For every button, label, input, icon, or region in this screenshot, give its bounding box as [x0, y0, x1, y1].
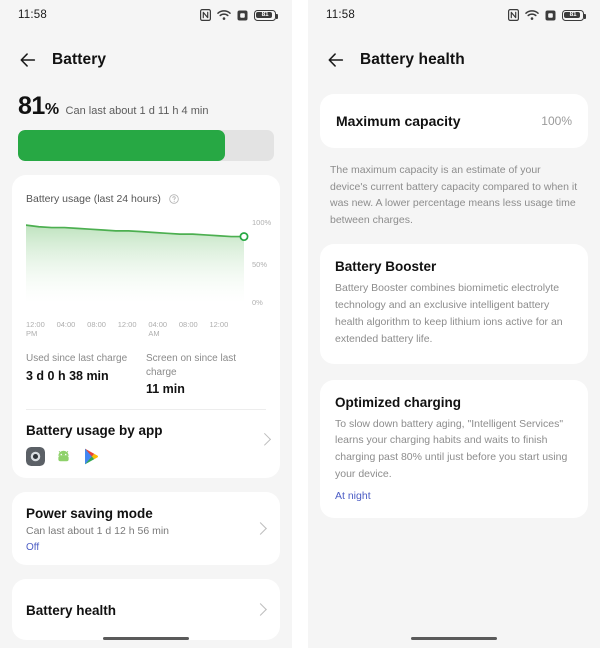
battery-usage-by-app-label: Battery usage by app — [26, 423, 163, 438]
chart-xtick-label: 12:00 — [209, 320, 229, 329]
chart-area-fill — [26, 225, 244, 303]
vpn-icon — [237, 10, 248, 20]
battery-percent: 81 — [18, 92, 45, 120]
chart-xtick-label: 08:00 — [178, 320, 198, 329]
battery-booster-card: Battery Booster Battery Booster combines… — [320, 244, 588, 364]
home-indicator — [411, 636, 497, 640]
nfc-icon — [508, 9, 519, 21]
battery-usage-by-app-row[interactable]: Battery usage by app — [26, 410, 272, 466]
home-indicator — [103, 636, 189, 640]
battery-usage-title: Battery usage (last 24 hours) — [26, 193, 161, 205]
chart-xtick-label: 04:00 — [56, 320, 76, 329]
app-bar: Battery health — [308, 30, 600, 78]
stat-label: Screen on since last charge — [146, 353, 237, 378]
chart-xtick: 08:00 — [179, 320, 210, 338]
chart-end-marker — [239, 232, 249, 242]
battery-usage-chart-svg: 100% 50% 0% — [26, 218, 272, 307]
chart-xtick: 04:00 — [57, 320, 88, 338]
chart-xtick-label: 08:00 — [87, 320, 106, 329]
app-icon-list — [26, 447, 266, 466]
battery-usage-chart: 100% 50% 0% — [26, 217, 272, 317]
battery-remaining-text: Can last about 1 d 11 h 4 min — [65, 105, 209, 117]
optimized-charging-schedule-link[interactable]: At night — [335, 490, 573, 502]
battery-icon: 81 — [254, 9, 278, 21]
battery-stats-row: Used since last charge 3 d 0 h 38 min Sc… — [26, 352, 266, 396]
battery-screen: 11:58 81 Battery 81 % Can last about 1 d… — [0, 0, 292, 648]
battery-health-screen: 11:58 81 Battery health Maximum capacity… — [308, 0, 600, 648]
battery-icon-level: 81 — [569, 10, 577, 18]
stat-label: Used since last charge — [26, 353, 128, 364]
vpn-icon — [545, 10, 556, 20]
chart-xtick: 12:00 PM — [26, 320, 57, 338]
chart-x-axis: 12:00 PM 04:00 08:00 12:00 04:00 AM 08:0… — [26, 320, 266, 338]
battery-health-title: Battery health — [26, 603, 117, 618]
battery-usage-title-row: Battery usage (last 24 hours) — [26, 189, 266, 207]
status-clock: 11:58 — [18, 9, 47, 21]
chart-xtick-label: 04:00 AM — [148, 320, 168, 338]
status-clock: 11:58 — [326, 9, 355, 21]
chart-xtick: 12:00 — [209, 320, 240, 338]
battery-booster-body: Battery Booster combines biomimetic elec… — [335, 282, 563, 345]
optimized-charging-card[interactable]: Optimized charging To slow down battery … — [320, 379, 588, 518]
status-icon-group: 81 — [200, 9, 278, 21]
chart-xtick-label: 12:00 — [117, 320, 137, 329]
battery-level-bar-fill — [18, 130, 226, 161]
power-saving-mode-card[interactable]: Power saving mode Can last about 1 d 12 … — [12, 492, 280, 565]
screens-container: 11:58 81 Battery 81 % Can last about 1 d… — [0, 0, 600, 648]
optimized-charging-title: Optimized charging — [335, 394, 462, 410]
chart-xtick-label: 12:00 PM — [26, 320, 45, 338]
page-title: Battery health — [360, 51, 465, 68]
stat-used-since-charge: Used since last charge 3 d 0 h 38 min — [26, 352, 146, 396]
nfc-icon — [200, 9, 211, 21]
play-store-app-icon — [85, 448, 98, 465]
power-saving-mode-subtitle: Can last about 1 d 12 h 56 min — [26, 525, 170, 537]
chart-xtick: 08:00 — [87, 320, 118, 338]
battery-health-card[interactable]: Battery health — [12, 579, 280, 640]
battery-booster-title: Battery Booster — [335, 259, 437, 275]
stat-value: 3 d 0 h 38 min — [26, 368, 109, 383]
battery-icon: 81 — [562, 9, 586, 21]
battery-usage-card: Battery usage (last 24 hours) 100% 50% 0… — [12, 175, 280, 478]
help-circle-icon[interactable] — [169, 194, 180, 204]
battery-icon-level: 81 — [261, 10, 269, 18]
app-bar: Battery — [0, 30, 292, 78]
battery-headline: 81% Can last about 1 d 11 h 4 min — [0, 78, 292, 119]
power-saving-mode-state: Off — [26, 542, 40, 553]
page-title: Battery — [52, 51, 107, 68]
battery-level-bar — [18, 130, 274, 161]
camera-app-icon — [26, 447, 45, 466]
back-arrow-icon[interactable] — [18, 50, 38, 70]
chart-ytick-0: 0% — [252, 298, 263, 307]
power-saving-mode-title: Power saving mode — [26, 506, 153, 521]
stat-screen-on-since-charge: Screen on since last charge 11 min — [146, 352, 266, 396]
status-icon-group: 81 — [508, 9, 586, 21]
wifi-icon — [525, 10, 539, 20]
status-bar: 11:58 81 — [308, 0, 600, 30]
status-bar: 11:58 81 — [0, 0, 292, 30]
wifi-icon — [217, 10, 231, 20]
chart-xtick: 12:00 — [118, 320, 149, 338]
android-app-icon — [54, 447, 73, 466]
chart-ytick-50: 50% — [252, 260, 267, 269]
chart-ytick-100: 100% — [252, 218, 272, 227]
back-arrow-icon[interactable] — [326, 50, 346, 70]
chart-xtick: 04:00 AM — [148, 320, 179, 338]
stat-value: 11 min — [146, 382, 185, 396]
battery-percent-sign: % — [44, 101, 59, 118]
maximum-capacity-value: 100% — [541, 114, 572, 128]
maximum-capacity-description: The maximum capacity is an estimate of y… — [330, 164, 578, 226]
maximum-capacity-label: Maximum capacity — [336, 113, 461, 129]
optimized-charging-body: To slow down battery aging, "Intelligent… — [335, 417, 568, 480]
maximum-capacity-row: Maximum capacity 100% — [320, 94, 588, 148]
